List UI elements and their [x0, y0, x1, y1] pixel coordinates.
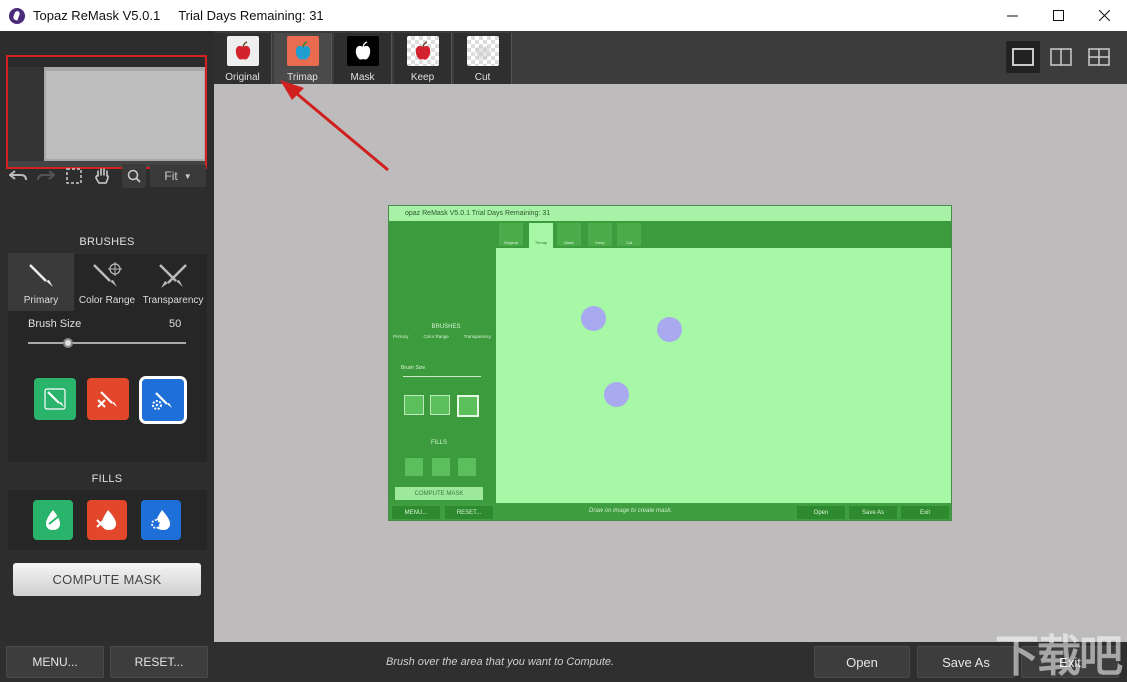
menu-button[interactable]: MENU...: [6, 646, 104, 678]
brushes-heading: BRUSHES: [79, 236, 135, 248]
hand-icon: [95, 168, 109, 184]
cut-thumb: [466, 36, 499, 66]
tab-cut[interactable]: Cut: [454, 33, 512, 84]
inner-left-panel: BRUSHES Primary Color Range Transparency…: [389, 221, 496, 503]
undo-button[interactable]: [4, 164, 32, 188]
compute-brush-icon: [152, 392, 172, 410]
hand-button[interactable]: [88, 164, 116, 188]
keep-thumb: [406, 36, 439, 66]
color-range-brush-icon: [93, 262, 122, 287]
trimap-thumb: [286, 36, 319, 66]
window-controls: [989, 0, 1127, 31]
tab-label: Keep: [410, 72, 435, 83]
tab-color-range[interactable]: Color Range: [74, 253, 140, 311]
trial-text: Trial Days Remaining: 31: [178, 8, 324, 23]
tab-original[interactable]: Original: [214, 33, 272, 84]
brush-size-slider[interactable]: [28, 342, 186, 344]
window-title: Topaz ReMask V5.0.1: [33, 8, 161, 23]
tab-transparency[interactable]: Transparency: [140, 253, 206, 311]
transparency-brush-icon: [159, 264, 187, 288]
mask-thumb: [346, 36, 379, 66]
original-thumb: [226, 36, 259, 66]
tab-label: Transparency: [142, 295, 204, 306]
title-bar: Topaz ReMask V5.0.1 Trial Days Remaining…: [0, 0, 1127, 31]
undo-icon: [9, 170, 27, 181]
status-text: Brush over the area that you want to Com…: [386, 656, 615, 668]
layout-quad-button[interactable]: [1082, 41, 1116, 73]
apple-icon: [415, 41, 430, 60]
redo-button[interactable]: [32, 164, 60, 188]
keep-fill-button[interactable]: [33, 500, 73, 540]
reset-button[interactable]: RESET...: [110, 646, 208, 678]
compute-mask-button[interactable]: COMPUTE MASK: [13, 563, 201, 596]
inner-bottom-bar: MENU... RESET... Draw on image to create…: [389, 503, 951, 520]
apple-icon: [295, 41, 310, 60]
search-icon: [127, 169, 141, 183]
cut-fill-button[interactable]: [87, 500, 127, 540]
cut-fill-icon: [96, 510, 117, 530]
minimize-icon: [1006, 15, 1018, 17]
trimap-dot: [657, 317, 682, 342]
brush-size-label: Brush Size: [28, 318, 82, 330]
maximize-icon: [1052, 10, 1064, 21]
zoom-select[interactable]: Fit ▼: [150, 165, 206, 187]
brush-tabs: Primary Color Range Transparency: [8, 253, 207, 311]
close-button[interactable]: [1081, 0, 1127, 31]
compute-brush-button[interactable]: [139, 376, 187, 424]
split-view-icon: [1050, 48, 1072, 66]
tab-label: Cut: [474, 72, 491, 83]
inner-tab-bar: Original Trimap Mask Keep Cut: [496, 221, 951, 248]
fills-heading: FILLS: [91, 473, 123, 485]
brush-size-thumb[interactable]: [62, 338, 73, 348]
chevron-down-icon: ▼: [183, 171, 192, 181]
inner-title-bar: opaz ReMask V5.0.1 Trial Days Remaining:…: [389, 206, 951, 221]
trimap-dot: [581, 306, 606, 331]
brush-size-value: 50: [169, 318, 182, 330]
tab-label: Original: [225, 72, 260, 83]
inner-canvas: [496, 248, 951, 503]
navigator-thumbnail[interactable]: [6, 55, 207, 169]
marquee-icon: [66, 168, 82, 184]
trimap-dot: [604, 382, 629, 407]
compute-fill-button[interactable]: [141, 500, 181, 540]
tool-row: Fit ▼: [0, 163, 214, 189]
compute-fill-icon: [151, 510, 171, 530]
canvas-image[interactable]: opaz ReMask V5.0.1 Trial Days Remaining:…: [388, 205, 952, 521]
keep-brush-button[interactable]: [34, 378, 76, 420]
minimize-button[interactable]: [989, 0, 1035, 31]
marquee-button[interactable]: [60, 164, 88, 188]
tab-label: Color Range: [78, 295, 136, 306]
keep-fill-icon: [45, 510, 61, 530]
zoom-value: Fit: [164, 169, 178, 183]
watermark: 下载吧: [995, 631, 1123, 682]
primary-brush-icon: [29, 264, 53, 287]
zoom-button[interactable]: [122, 164, 146, 188]
layout-single-button[interactable]: [1006, 41, 1040, 73]
apple-outline-icon: [475, 45, 490, 60]
tab-primary[interactable]: Primary: [8, 253, 74, 311]
apple-icon: [355, 41, 370, 60]
quad-view-icon: [1088, 48, 1110, 66]
tab-keep[interactable]: Keep: [394, 33, 452, 84]
app-logo-icon: [9, 7, 25, 24]
redo-icon: [37, 170, 55, 181]
maximize-button[interactable]: [1035, 0, 1081, 31]
open-button[interactable]: Open: [814, 646, 910, 678]
bottom-bar: MENU... RESET... Brush over the area tha…: [0, 642, 1127, 682]
cut-brush-button[interactable]: [87, 378, 129, 420]
tab-label: Primary: [23, 295, 59, 306]
keep-brush-icon: [44, 388, 66, 410]
single-view-icon: [1012, 48, 1034, 66]
close-icon: [1098, 10, 1110, 21]
layout-split-button[interactable]: [1044, 41, 1078, 73]
apple-icon: [235, 41, 250, 60]
cut-brush-icon: [97, 391, 117, 408]
annotation-arrow-icon: [280, 80, 389, 172]
